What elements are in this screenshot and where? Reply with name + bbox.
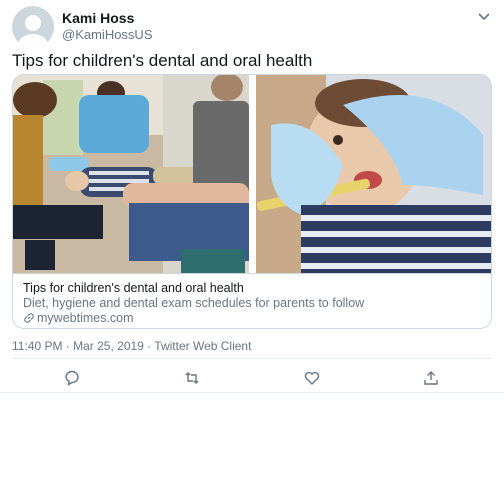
card-image[interactable] xyxy=(13,75,491,273)
link-icon xyxy=(24,313,34,323)
card-title[interactable]: Tips for children's dental and oral heal… xyxy=(23,281,244,295)
link-card[interactable]: Tips for children's dental and oral heal… xyxy=(12,74,492,329)
divider xyxy=(0,392,504,393)
card-body[interactable]: Tips for children's dental and oral heal… xyxy=(13,273,491,328)
tweet: Kami Hoss @KamiHossUS Tips for children'… xyxy=(0,0,504,392)
chevron-down-icon[interactable] xyxy=(476,8,492,24)
tweet-timestamp[interactable]: 11:40 PM · Mar 25, 2019 · Twitter Web Cl… xyxy=(12,339,251,353)
author-name[interactable]: Kami Hoss xyxy=(62,10,134,26)
card-domain[interactable]: mywebtimes.com xyxy=(23,311,134,325)
retweet-icon[interactable] xyxy=(183,369,201,387)
default-profile-icon xyxy=(25,15,41,31)
share-icon[interactable] xyxy=(422,369,440,387)
card-domain-text[interactable]: mywebtimes.com xyxy=(37,311,134,325)
card-description[interactable]: Diet, hygiene and dental exam schedules … xyxy=(23,296,364,310)
like-icon[interactable] xyxy=(303,369,321,387)
divider xyxy=(12,358,492,359)
avatar[interactable] xyxy=(12,6,54,48)
author-handle[interactable]: @KamiHossUS xyxy=(62,27,153,42)
reply-icon[interactable] xyxy=(63,369,81,387)
tweet-text: Tips for children's dental and oral heal… xyxy=(12,51,313,70)
